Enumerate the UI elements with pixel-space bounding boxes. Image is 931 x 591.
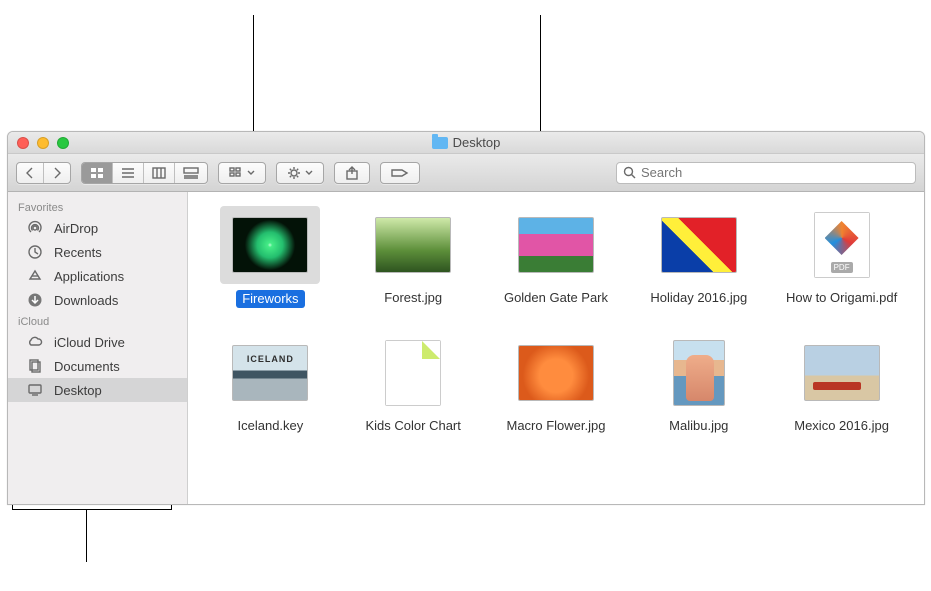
file-thumbnail — [506, 334, 606, 412]
minimize-button[interactable] — [37, 137, 49, 149]
file-thumbnail: PDF — [792, 206, 892, 284]
file-label: Malibu.jpg — [669, 418, 728, 434]
view-switcher — [81, 162, 208, 184]
downloads-icon — [26, 291, 44, 309]
finder-window: Desktop — [7, 131, 925, 505]
forward-button[interactable] — [44, 163, 70, 183]
file-item[interactable]: Macro Flower.jpg — [490, 334, 623, 434]
search-icon — [623, 166, 636, 179]
icloud-icon — [26, 333, 44, 351]
file-thumbnail — [649, 334, 749, 412]
recents-icon — [26, 243, 44, 261]
file-label: Kids Color Chart — [366, 418, 461, 434]
file-thumbnail — [506, 206, 606, 284]
callout-line — [540, 15, 541, 132]
file-label: Macro Flower.jpg — [507, 418, 606, 434]
file-thumbnail — [792, 334, 892, 412]
titlebar[interactable]: Desktop — [8, 132, 924, 154]
column-view-button[interactable] — [144, 163, 175, 183]
file-item[interactable]: Golden Gate Park — [490, 206, 623, 308]
sidebar-header-favorites: Favorites — [8, 198, 187, 216]
sidebar-item-recents[interactable]: Recents — [8, 240, 187, 264]
file-item[interactable]: Iceland.key — [204, 334, 337, 434]
applications-icon — [26, 267, 44, 285]
sidebar-header-icloud: iCloud — [8, 312, 187, 330]
file-label: Holiday 2016.jpg — [650, 290, 747, 306]
search-input[interactable] — [641, 165, 909, 180]
callout-line — [253, 15, 254, 132]
desktop-icon — [26, 381, 44, 399]
coverflow-view-button[interactable] — [175, 163, 207, 183]
file-thumbnail — [649, 206, 749, 284]
action-button[interactable] — [276, 162, 324, 184]
sidebar-item-icloud-drive[interactable]: iCloud Drive — [8, 330, 187, 354]
window-controls — [17, 137, 69, 149]
sidebar-item-label: Applications — [54, 269, 124, 284]
file-item[interactable]: PDF Kids Color Chart — [347, 334, 480, 434]
window-title: Desktop — [8, 135, 924, 150]
list-view-button[interactable] — [113, 163, 144, 183]
file-thumbnail — [363, 206, 463, 284]
file-item[interactable]: Malibu.jpg — [632, 334, 765, 434]
sidebar-item-label: iCloud Drive — [54, 335, 125, 350]
nav-buttons — [16, 162, 71, 184]
file-label: Iceland.key — [238, 418, 304, 434]
sidebar-item-airdrop[interactable]: AirDrop — [8, 216, 187, 240]
grid: Fireworks Forest.jpg Golden Gate Park Ho… — [204, 206, 908, 435]
file-label: Fireworks — [236, 290, 304, 308]
fullscreen-button[interactable] — [57, 137, 69, 149]
file-item[interactable]: Holiday 2016.jpg — [632, 206, 765, 308]
file-thumbnail — [220, 206, 320, 284]
icon-view-button[interactable] — [82, 163, 113, 183]
sidebar-item-desktop[interactable]: Desktop — [8, 378, 187, 402]
folder-icon — [432, 137, 448, 149]
file-label: Golden Gate Park — [504, 290, 608, 306]
sidebar: Favorites AirDrop Recents Applications D… — [8, 192, 188, 504]
sidebar-item-label: AirDrop — [54, 221, 98, 236]
tags-button[interactable] — [380, 162, 420, 184]
file-item[interactable]: Mexico 2016.jpg — [775, 334, 908, 434]
file-label: Mexico 2016.jpg — [794, 418, 889, 434]
toolbar — [8, 154, 924, 192]
arrange-button[interactable] — [218, 162, 266, 184]
sidebar-item-label: Downloads — [54, 293, 118, 308]
window-body: Favorites AirDrop Recents Applications D… — [8, 192, 924, 504]
share-button[interactable] — [334, 162, 370, 184]
search-field[interactable] — [616, 162, 916, 184]
close-button[interactable] — [17, 137, 29, 149]
back-button[interactable] — [17, 163, 44, 183]
airdrop-icon — [26, 219, 44, 237]
window-title-text: Desktop — [453, 135, 501, 150]
sidebar-item-applications[interactable]: Applications — [8, 264, 187, 288]
sidebar-item-label: Recents — [54, 245, 102, 260]
sidebar-item-label: Documents — [54, 359, 120, 374]
callout-line — [12, 509, 172, 510]
file-item[interactable]: PDF How to Origami.pdf — [775, 206, 908, 308]
sidebar-item-documents[interactable]: Documents — [8, 354, 187, 378]
file-item[interactable]: Forest.jpg — [347, 206, 480, 308]
file-thumbnail: PDF — [363, 334, 463, 412]
sidebar-item-downloads[interactable]: Downloads — [8, 288, 187, 312]
file-grid: Fireworks Forest.jpg Golden Gate Park Ho… — [188, 192, 924, 504]
file-label: How to Origami.pdf — [786, 290, 897, 306]
sidebar-item-label: Desktop — [54, 383, 102, 398]
documents-icon — [26, 357, 44, 375]
file-thumbnail — [220, 334, 320, 412]
callout-line — [86, 510, 87, 562]
file-label: Forest.jpg — [384, 290, 442, 306]
file-item[interactable]: Fireworks — [204, 206, 337, 308]
